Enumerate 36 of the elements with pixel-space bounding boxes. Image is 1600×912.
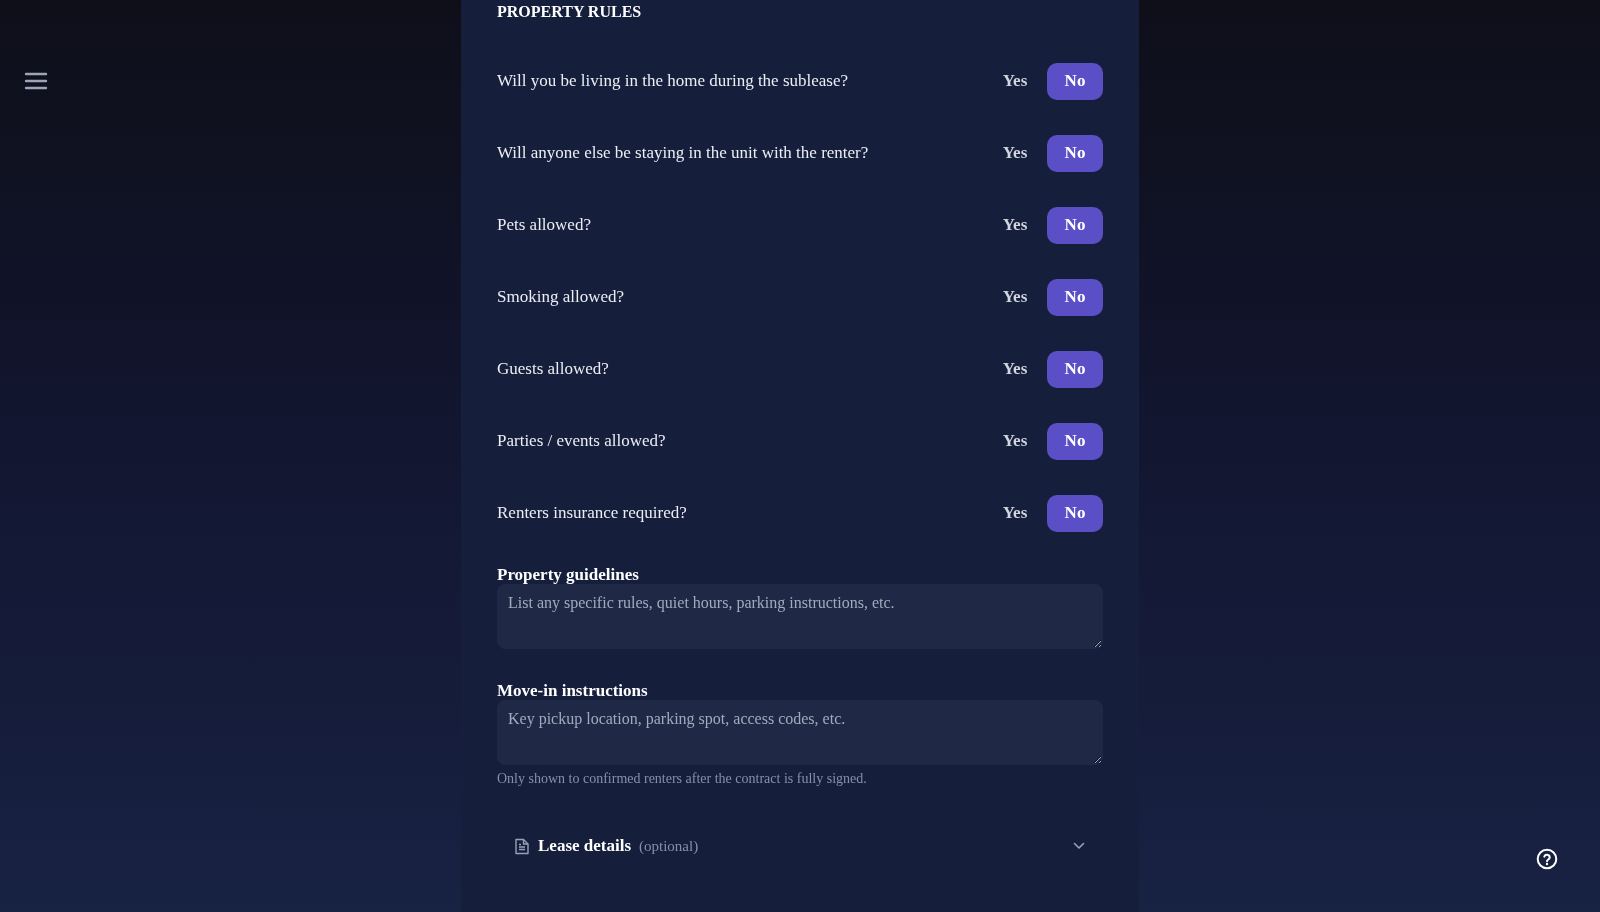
question-label: Guests allowed? [497,358,609,381]
help-icon [1536,848,1558,870]
answer-option[interactable]: No [1047,278,1103,316]
optional-note: (optional) [639,836,699,856]
menu-icon [24,72,48,90]
question-label: Parties / events allowed? [497,430,666,453]
help-button[interactable] [1535,847,1559,871]
answer-option[interactable]: Yes [987,62,1043,100]
answer-option[interactable]: No [1047,350,1103,388]
help-text: Only shown to confirmed renters after the contract is fully signed. [497,770,868,788]
question-label: Smoking allowed? [497,286,624,309]
question-label: Will anyone else be staying in the unit with the renter? [497,142,869,165]
text-area[interactable]: List any specific rules, quiet hours, parking instructions, etc. [497,584,1103,649]
field-label: Property guidelines [497,565,640,585]
answer-option[interactable]: Yes [987,206,1043,244]
question-label: Pets allowed? [497,214,591,237]
answer-option[interactable]: Yes [987,350,1043,388]
question-label: Will you be living in the home during the sublease? [497,70,849,93]
field-label: Move-in instructions [497,681,649,701]
answer-option[interactable]: No [1047,62,1103,100]
answer-option[interactable]: Yes [987,278,1043,316]
chevron-icon [1073,842,1085,850]
answer-option[interactable]: No [1047,422,1103,460]
section-title: PROPERTY RULES [497,2,643,22]
answer-option[interactable]: Yes [987,494,1043,532]
answer-option[interactable]: No [1047,494,1103,532]
text-area[interactable]: Key pickup location, parking spot, access codes, etc. [497,700,1103,765]
answer-option[interactable]: Yes [987,134,1043,172]
section-toggle-title: Lease details [538,835,632,858]
document-icon [515,837,529,855]
answer-option[interactable]: Yes [987,422,1043,460]
answer-option[interactable]: No [1047,206,1103,244]
menu-button[interactable] [24,70,48,92]
lease-details-toggle[interactable]: Lease details (optional) [497,822,1103,870]
answer-option[interactable]: No [1047,134,1103,172]
question-label: Renters insurance required? [497,502,687,525]
